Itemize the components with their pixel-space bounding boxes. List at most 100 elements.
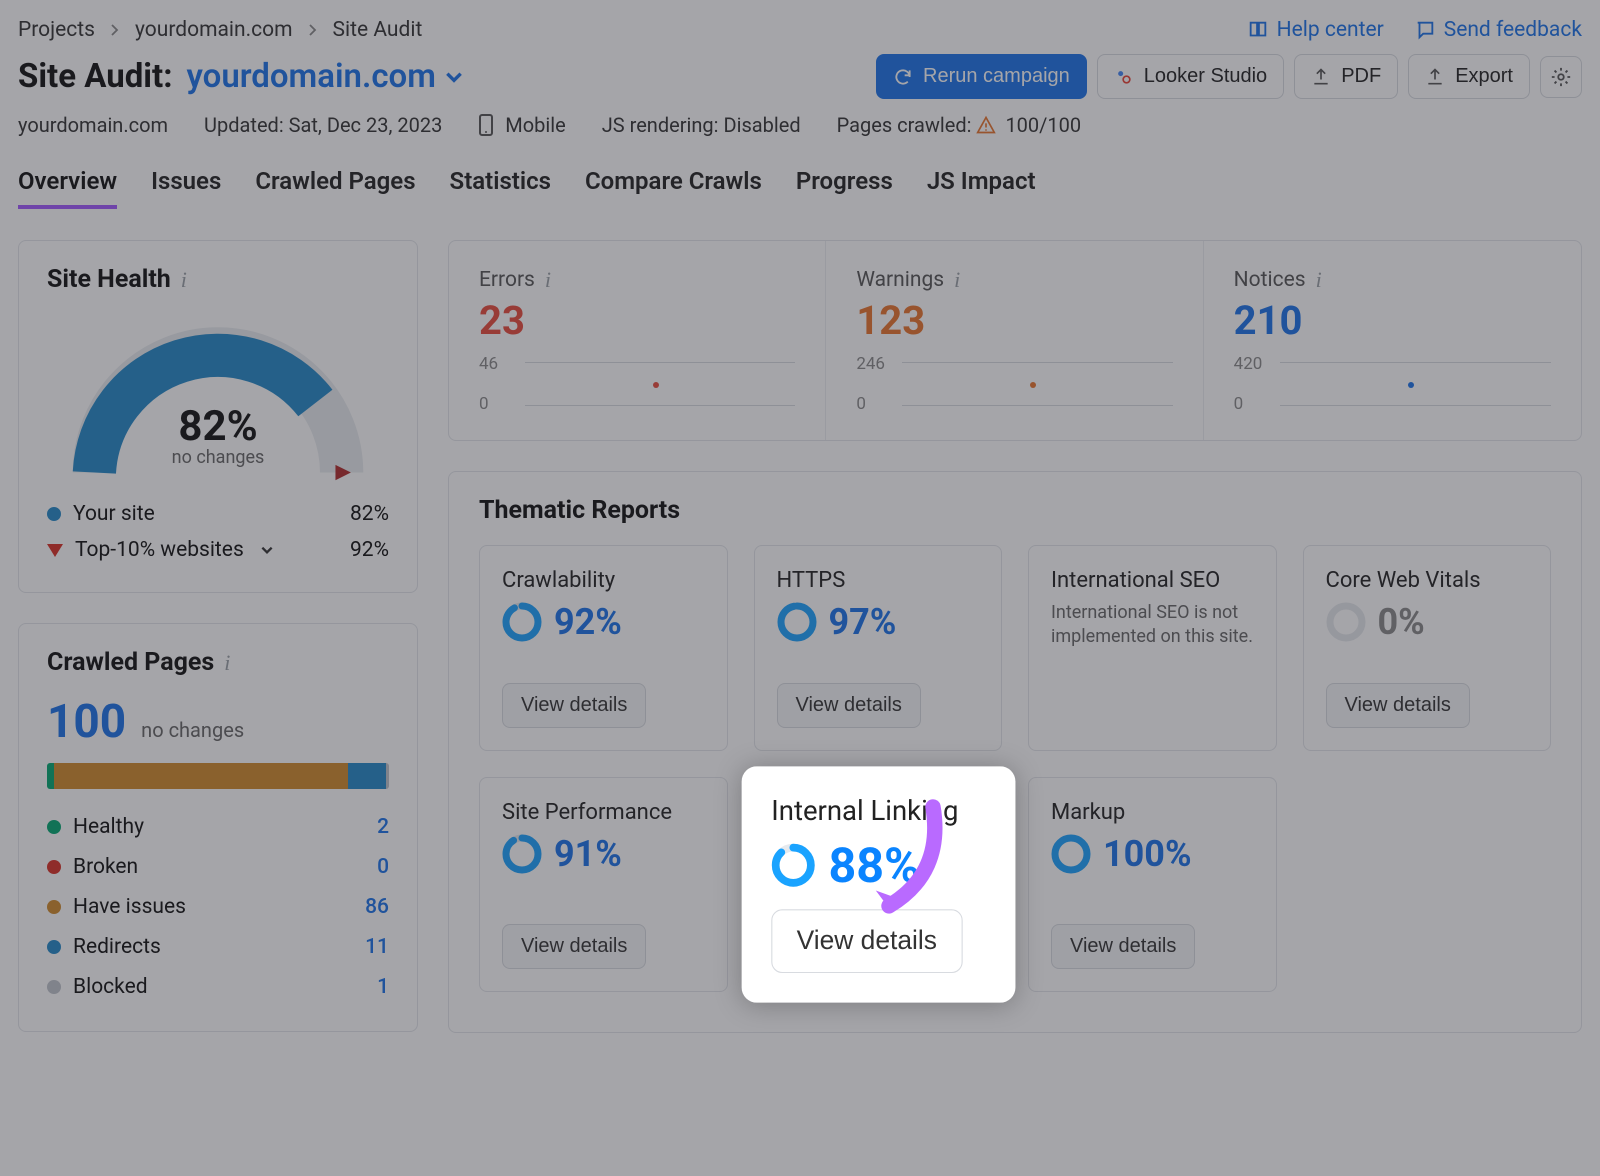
site-health-title: Site Health i xyxy=(47,265,389,294)
feedback-label: Send feedback xyxy=(1444,18,1582,42)
bar-segment xyxy=(54,763,348,789)
dot-icon xyxy=(47,980,61,994)
card-title: International SEO xyxy=(1051,568,1254,593)
progress-ring-icon xyxy=(502,834,542,874)
bar-segment xyxy=(348,763,386,789)
breadcrumb-item[interactable]: Site Audit xyxy=(333,18,423,42)
crawled-count: 100 xyxy=(47,695,126,749)
meta-pages-crawled: Pages crawled: 100/100 xyxy=(837,113,1082,137)
sparkline: 4200 xyxy=(1234,354,1551,414)
card-value: 0% xyxy=(1326,601,1529,643)
progress-ring-icon xyxy=(771,843,815,887)
card-value: 91% xyxy=(502,833,705,875)
thematic-card-international-seo: International SEO International SEO is no… xyxy=(1028,545,1277,751)
help-center-link[interactable]: Help center xyxy=(1247,18,1384,42)
gear-icon xyxy=(1550,66,1572,88)
thematic-card-internal-linking: Internal Linking88%View details xyxy=(741,766,1014,1003)
domain-name: yourdomain.com xyxy=(187,57,436,96)
stat-value: 210 xyxy=(1234,297,1551,344)
help-label: Help center xyxy=(1277,18,1384,42)
looker-label: Looker Studio xyxy=(1144,65,1267,88)
breadcrumb-item[interactable]: Projects xyxy=(18,18,95,42)
card-value: 88% xyxy=(771,837,985,894)
meta-info: yourdomain.com Updated: Sat, Dec 23, 202… xyxy=(18,113,1582,137)
breadcrumb-item[interactable]: yourdomain.com xyxy=(135,18,293,42)
progress-ring-icon xyxy=(1326,602,1366,642)
dot-icon xyxy=(47,507,61,521)
card-message: International SEO is not implemented on … xyxy=(1051,601,1254,650)
page-title: Site Audit: xyxy=(18,57,173,96)
card-value: 100% xyxy=(1051,833,1254,875)
info-icon[interactable]: i xyxy=(1316,267,1322,293)
tab-js-impact[interactable]: JS Impact xyxy=(927,167,1036,209)
gauge-sub: no changes xyxy=(63,447,373,468)
pdf-label: PDF xyxy=(1341,65,1381,88)
export-label: Export xyxy=(1455,65,1513,88)
thematic-title: Thematic Reports xyxy=(479,496,1551,525)
info-icon[interactable]: i xyxy=(545,267,551,293)
card-value: 97% xyxy=(777,601,980,643)
tab-issues[interactable]: Issues xyxy=(151,167,221,209)
card-title: Crawlability xyxy=(502,568,705,593)
refresh-icon xyxy=(893,67,913,87)
pdf-button[interactable]: PDF xyxy=(1294,54,1398,99)
domain-selector[interactable]: yourdomain.com xyxy=(187,57,464,96)
stat-notices: Notices i2104200 xyxy=(1204,241,1581,440)
export-button[interactable]: Export xyxy=(1408,54,1530,99)
sparkline: 460 xyxy=(479,354,795,414)
rerun-label: Rerun campaign xyxy=(923,65,1070,88)
rerun-campaign-button[interactable]: Rerun campaign xyxy=(876,54,1087,99)
settings-button[interactable] xyxy=(1540,56,1582,98)
site-health-card: Site Health i 82% no changes Your site 8… xyxy=(18,240,418,593)
send-feedback-link[interactable]: Send feedback xyxy=(1414,18,1582,42)
site-health-gauge: 82% no changes xyxy=(63,318,373,488)
crawled-sub: no changes xyxy=(141,718,244,742)
chevron-right-icon xyxy=(109,24,121,36)
info-icon[interactable]: i xyxy=(954,267,960,293)
crawled-bar xyxy=(47,763,389,789)
info-icon[interactable]: i xyxy=(224,650,230,676)
thematic-card-markup: Markup100%View details xyxy=(1028,777,1277,992)
view-details-button[interactable]: View details xyxy=(1051,924,1195,969)
meta-js: JS rendering: Disabled xyxy=(602,113,801,137)
tab-statistics[interactable]: Statistics xyxy=(450,167,551,209)
upload-icon xyxy=(1425,67,1445,87)
progress-ring-icon xyxy=(502,602,542,642)
tab-overview[interactable]: Overview xyxy=(18,167,117,209)
tab-crawled-pages[interactable]: Crawled Pages xyxy=(255,167,415,209)
info-icon[interactable]: i xyxy=(181,267,187,293)
looker-studio-button[interactable]: Looker Studio xyxy=(1097,54,1284,99)
crawled-row[interactable]: Blocked1 xyxy=(47,967,389,1007)
thematic-card-core-web-vitals: Core Web Vitals0%View details xyxy=(1303,545,1552,751)
stat-value: 123 xyxy=(856,297,1172,344)
chevron-down-icon xyxy=(260,543,274,557)
progress-ring-icon xyxy=(1051,834,1091,874)
view-details-button[interactable]: View details xyxy=(777,683,921,728)
bar-segment xyxy=(47,763,54,789)
legend-top10[interactable]: Top-10% websites 92% xyxy=(47,532,389,568)
dot-icon xyxy=(47,820,61,834)
chevron-right-icon xyxy=(307,24,319,36)
view-details-button[interactable]: View details xyxy=(771,909,962,973)
card-title: Site Performance xyxy=(502,800,705,825)
bar-segment xyxy=(386,763,389,789)
crawled-row[interactable]: Have issues86 xyxy=(47,887,389,927)
view-details-button[interactable]: View details xyxy=(1326,683,1470,728)
tab-compare-crawls[interactable]: Compare Crawls xyxy=(585,167,762,209)
view-details-button[interactable]: View details xyxy=(502,683,646,728)
crawled-row[interactable]: Redirects11 xyxy=(47,927,389,967)
stat-warnings: Warnings i1232460 xyxy=(826,241,1203,440)
crawled-row[interactable]: Healthy2 xyxy=(47,807,389,847)
tabs: Overview Issues Crawled Pages Statistics Com… xyxy=(18,167,1582,210)
view-details-button[interactable]: View details xyxy=(502,924,646,969)
meta-updated: Updated: Sat, Dec 23, 2023 xyxy=(204,113,442,137)
dot-icon xyxy=(47,900,61,914)
gauge-value: 82% xyxy=(63,402,373,451)
crawled-row[interactable]: Broken0 xyxy=(47,847,389,887)
tab-progress[interactable]: Progress xyxy=(796,167,893,209)
thematic-card-https: HTTPS97%View details xyxy=(754,545,1003,751)
looker-icon xyxy=(1114,67,1134,87)
stat-errors: Errors i23460 xyxy=(449,241,826,440)
warning-icon xyxy=(976,113,1000,137)
dot-icon xyxy=(47,860,61,874)
